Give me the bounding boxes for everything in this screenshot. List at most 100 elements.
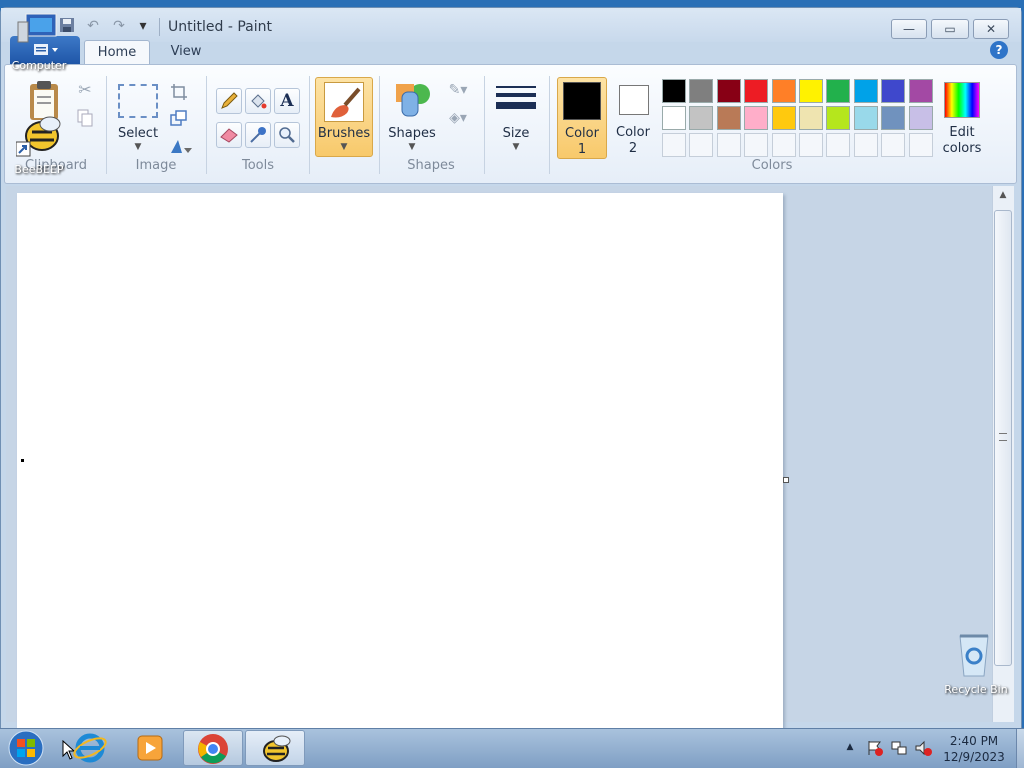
copy-icon[interactable] (74, 108, 96, 130)
maximize-button[interactable]: ▭ (931, 19, 969, 39)
palette-color-swatch[interactable] (826, 106, 851, 130)
select-button-label[interactable]: Select (112, 126, 164, 141)
palette-custom-slot[interactable] (908, 133, 933, 157)
taskbar-chrome-button[interactable] (183, 730, 243, 766)
beebeep-icon[interactable] (15, 112, 66, 160)
palette-custom-slot[interactable] (716, 133, 741, 157)
palette-color-swatch[interactable] (908, 106, 933, 130)
rotate-icon[interactable] (168, 136, 198, 156)
palette-color-swatch[interactable] (744, 79, 769, 103)
palette-color-swatch[interactable] (881, 79, 906, 103)
media-player-icon[interactable] (130, 731, 170, 765)
tab-view[interactable]: View (156, 40, 216, 66)
title-separator (159, 18, 160, 36)
internet-explorer-icon[interactable] (72, 731, 108, 765)
palette-custom-slot[interactable] (853, 133, 878, 157)
palette-color-swatch[interactable] (662, 79, 686, 103)
edit-colors-line2: colors (942, 141, 982, 156)
group-separator (379, 76, 380, 174)
palette-color-swatch[interactable] (826, 79, 851, 103)
shapes-icon[interactable] (390, 80, 434, 120)
palette-custom-slot[interactable] (826, 133, 851, 157)
recycle-bin-label: Recycle Bin (944, 683, 1008, 696)
group-colors-label: Colors (751, 158, 793, 173)
palette-color-swatch[interactable] (799, 106, 823, 130)
palette-custom-slot[interactable] (771, 133, 796, 157)
select-dropdown-icon[interactable]: ▼ (112, 142, 164, 152)
color2-button[interactable]: Color 2 (610, 77, 656, 159)
action-center-icon[interactable] (866, 739, 884, 757)
clock-date: 12/9/2023 (943, 750, 1005, 764)
size-dropdown-icon[interactable]: ▼ (490, 142, 542, 152)
scrollbar-thumb[interactable] (994, 210, 1012, 666)
palette-color-swatch[interactable] (853, 79, 878, 103)
minimize-button[interactable]: — (891, 19, 927, 39)
magnifier-icon[interactable] (274, 122, 300, 148)
taskbar-beebeep-button[interactable] (245, 730, 305, 766)
size-icon[interactable] (496, 84, 536, 116)
show-hidden-icons-button[interactable]: ▲ (843, 742, 857, 756)
close-button[interactable]: ✕ (973, 19, 1009, 39)
color-picker-icon[interactable] (245, 122, 271, 148)
palette-custom-slot[interactable] (744, 133, 769, 157)
palette-color-swatch[interactable] (662, 106, 686, 130)
palette-custom-slot[interactable] (881, 133, 906, 157)
brushes-label: Brushes (317, 126, 371, 141)
customize-quick-access-icon[interactable]: ▾ (133, 17, 153, 35)
fill-icon[interactable] (245, 88, 271, 114)
shapes-label[interactable]: Shapes (384, 126, 440, 141)
group-tools-label: Tools (241, 158, 275, 173)
edit-colors-button[interactable]: Edit colors (940, 80, 984, 160)
palette-color-swatch[interactable] (799, 79, 823, 103)
color2-swatch (619, 85, 649, 115)
taskbar-clock[interactable]: 2:40 PM 12/9/2023 (936, 733, 1012, 765)
text-icon[interactable]: A (274, 88, 300, 114)
palette-custom-slot[interactable] (799, 133, 823, 157)
pencil-icon[interactable] (216, 88, 242, 114)
network-icon[interactable] (890, 739, 908, 757)
palette-color-swatch[interactable] (908, 79, 933, 103)
cut-icon[interactable]: ✂ (74, 80, 96, 102)
eraser-icon[interactable] (216, 122, 242, 148)
palette-color-swatch[interactable] (744, 106, 769, 130)
palette-custom-slot[interactable] (689, 133, 714, 157)
computer-icon-label: Computer (11, 59, 67, 72)
palette-color-swatch[interactable] (716, 106, 741, 130)
brushes-button[interactable]: Brushes ▼ (315, 77, 373, 157)
palette-color-swatch[interactable] (771, 106, 796, 130)
drawing-canvas[interactable] (17, 193, 783, 728)
computer-icon[interactable] (12, 12, 62, 48)
palette-color-swatch[interactable] (689, 79, 714, 103)
shape-fill-icon[interactable]: ◈▾ (442, 110, 474, 130)
start-button[interactable] (6, 730, 46, 766)
tab-home[interactable]: Home (84, 40, 150, 66)
color-spectrum-icon (944, 82, 980, 118)
select-icon[interactable] (118, 84, 158, 118)
volume-muted-icon[interactable] (914, 739, 932, 757)
undo-icon[interactable]: ↶ (83, 17, 103, 35)
palette-color-swatch[interactable] (689, 106, 714, 130)
help-icon[interactable]: ? (990, 41, 1008, 59)
title-bar[interactable]: ↶ ↷ ▾ Untitled - Paint — ▭ ✕ (1, 8, 1021, 42)
brush-icon (324, 82, 364, 122)
palette-custom-slot[interactable] (662, 133, 686, 157)
redo-icon[interactable]: ↷ (109, 17, 129, 35)
palette-color-swatch[interactable] (771, 79, 796, 103)
resize-icon[interactable] (168, 108, 190, 128)
outline-icon[interactable]: ✎▾ (442, 82, 474, 102)
palette-color-swatch[interactable] (853, 106, 878, 130)
canvas-resize-handle[interactable] (783, 477, 789, 483)
crop-icon[interactable] (168, 82, 190, 102)
shapes-dropdown-icon[interactable]: ▼ (384, 142, 440, 152)
palette-color-swatch[interactable] (716, 79, 741, 103)
size-label[interactable]: Size (490, 126, 542, 141)
group-separator (549, 76, 550, 174)
clock-time: 2:40 PM (949, 734, 999, 748)
palette-color-swatch[interactable] (881, 106, 906, 130)
scroll-up-icon[interactable]: ▲ (996, 190, 1010, 204)
canvas-dot (21, 459, 24, 462)
color1-button[interactable]: Color 1 (557, 77, 607, 159)
show-desktop-button[interactable] (1016, 729, 1024, 768)
recycle-bin-icon[interactable] (954, 630, 994, 678)
color1-swatch (563, 82, 601, 120)
